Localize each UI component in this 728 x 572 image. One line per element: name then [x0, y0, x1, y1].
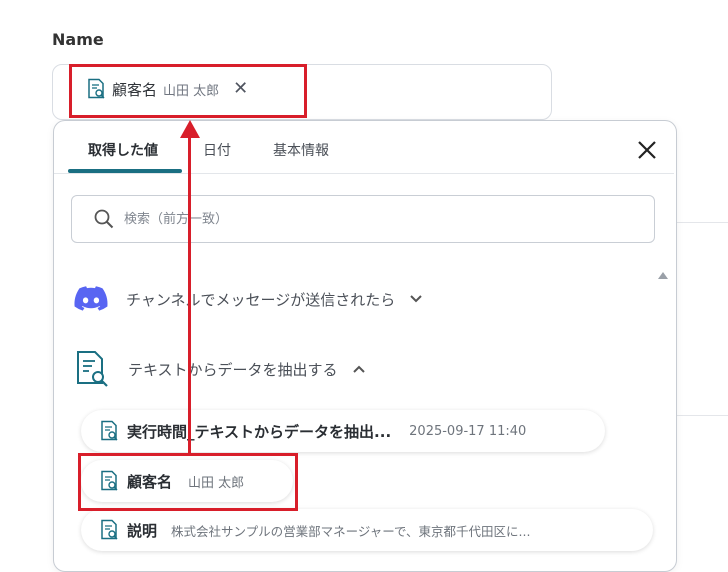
field-label: Name — [52, 30, 104, 49]
item-title: 実行時間_テキストからデータを抽出... — [127, 422, 392, 441]
search-icon — [94, 209, 114, 229]
group-title: テキストからデータを抽出する — [128, 360, 338, 379]
background-divider — [676, 415, 728, 416]
tab-acquired-values[interactable]: 取得した値 — [88, 140, 158, 160]
group-discord-trigger[interactable]: チャンネルでメッセージが送信されたら — [74, 286, 423, 312]
document-search-icon — [101, 519, 118, 540]
group-title: チャンネルでメッセージが送信されたら — [126, 290, 396, 309]
list-item[interactable]: 実行時間_テキストからデータを抽出... 2025-09-17 11:40 — [81, 410, 605, 452]
tab-date[interactable]: 日付 — [203, 140, 231, 160]
item-value: 2025-09-17 11:40 — [409, 423, 527, 439]
active-tab-indicator — [68, 169, 182, 173]
annotation-arrow-head-icon — [180, 120, 200, 138]
chevron-up-icon — [352, 365, 365, 373]
item-title: 説明 — [127, 521, 158, 540]
search-box — [71, 195, 655, 243]
item-value: 株式会社サンプルの営業部マネージャーで、東京都千代田区に... — [171, 523, 531, 539]
group-text-extraction[interactable]: テキストからデータを抽出する — [74, 350, 366, 388]
background-divider — [676, 222, 728, 223]
discord-icon — [74, 286, 108, 311]
annotation-highlight-box — [78, 453, 298, 511]
document-search-icon — [101, 420, 118, 441]
chevron-down-icon — [410, 295, 422, 303]
scroll-up-arrow-icon[interactable] — [658, 272, 668, 279]
document-search-icon — [77, 351, 108, 387]
list-item[interactable]: 説明 株式会社サンプルの営業部マネージャーで、東京都千代田区に... — [81, 509, 653, 551]
search-input[interactable] — [122, 210, 626, 228]
annotation-highlight-box — [69, 64, 307, 118]
tab-basic-info[interactable]: 基本情報 — [273, 140, 329, 160]
annotation-arrow-line — [188, 136, 191, 456]
close-icon[interactable] — [633, 136, 661, 164]
tab-divider — [54, 173, 674, 174]
